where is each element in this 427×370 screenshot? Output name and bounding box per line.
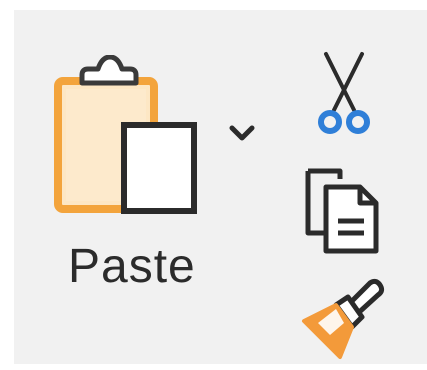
- clipboard-group: Paste: [14, 10, 427, 364]
- paste-options-dropdown[interactable]: [224, 120, 260, 150]
- scissors-icon: [314, 52, 374, 144]
- clipboard-paste-icon: [54, 54, 214, 225]
- format-painter-button[interactable]: [300, 275, 390, 365]
- paste-label: Paste: [68, 240, 196, 293]
- paintbrush-icon: [300, 278, 390, 369]
- copy-icon: [300, 168, 390, 259]
- copy-button[interactable]: [300, 165, 390, 255]
- chevron-down-icon: [224, 125, 260, 154]
- paste-button[interactable]: Paste: [54, 54, 284, 310]
- cut-button[interactable]: [314, 50, 374, 140]
